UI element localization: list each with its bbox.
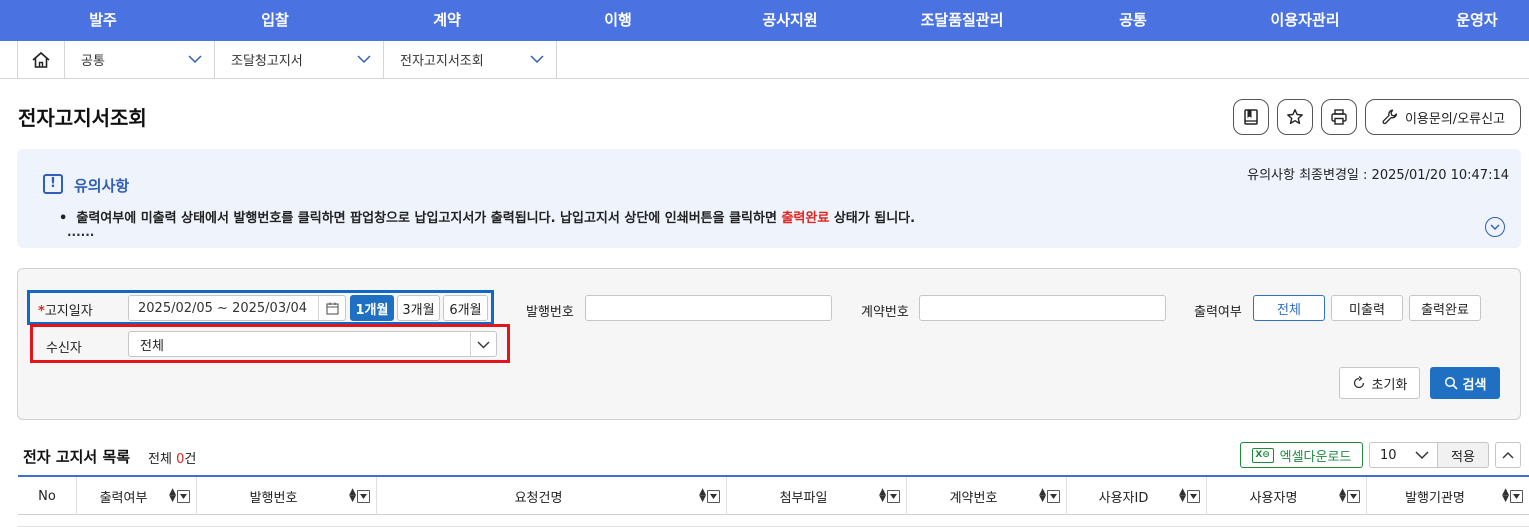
notice-updated-date: 유의사항 최종변경일 : 2025/01/20 10:47:14	[1247, 168, 1509, 183]
column-header-issue-no[interactable]: 발행번호 ▲ ▼	[197, 477, 377, 515]
sort-icon[interactable]: ▲ ▼	[169, 488, 176, 504]
filter-dropdown-icon[interactable]	[357, 489, 370, 503]
filter-dropdown-icon[interactable]	[887, 489, 900, 503]
breadcrumb-level-1[interactable]: 공통	[65, 41, 215, 78]
notice-text-highlight: 출력완료	[781, 211, 830, 226]
breadcrumb-level-3-label: 전자고지서조회	[400, 54, 484, 69]
expand-notice-button[interactable]	[1485, 217, 1505, 237]
filter-dropdown-icon[interactable]	[177, 489, 190, 503]
filter-dropdown-icon[interactable]	[1187, 489, 1200, 503]
notice-text-after: 상태가 됩니다.	[829, 211, 916, 226]
list-count: 전체 0건	[148, 452, 197, 467]
wrench-icon	[1382, 109, 1398, 125]
print-status-all-option[interactable]: 전체	[1253, 295, 1325, 321]
page-size-value: 10	[1380, 447, 1397, 463]
search-button[interactable]: 검색	[1430, 367, 1500, 399]
column-header-attachment[interactable]: 첨부파일 ▲ ▼	[727, 477, 907, 515]
breadcrumb-level-1-label: 공통	[81, 54, 105, 69]
column-header-user-name[interactable]: 사용자명 ▲ ▼	[1207, 477, 1367, 515]
column-header-no: No	[18, 477, 77, 515]
nav-item-quality[interactable]: 조달품질관리	[921, 0, 1004, 41]
chevron-down-icon	[1490, 224, 1500, 230]
chevron-down-icon	[188, 55, 202, 64]
sort-icon[interactable]: ▲ ▼	[1039, 488, 1046, 504]
search-label: 검색	[1462, 377, 1487, 393]
nav-item-order[interactable]: 발주	[89, 0, 117, 41]
nav-item-user-management[interactable]: 이용자관리	[1270, 0, 1339, 41]
issue-no-label: 발행번호	[526, 305, 574, 320]
breadcrumb: 공통 조달청고지서 전자고지서조회	[0, 41, 1529, 79]
apply-button[interactable]: 적용	[1437, 442, 1489, 468]
nav-item-common[interactable]: 공통	[1119, 0, 1147, 41]
breadcrumb-level-2-label: 조달청고지서	[231, 54, 303, 69]
sort-icon[interactable]: ▲ ▼	[699, 488, 706, 504]
exclamation-icon: !	[43, 174, 63, 194]
breadcrumb-level-3[interactable]: 전자고지서조회	[384, 41, 557, 78]
printer-icon	[1331, 109, 1347, 125]
nav-item-bid[interactable]: 입찰	[261, 0, 289, 41]
table-body	[18, 516, 1529, 527]
filter-dropdown-icon[interactable]	[707, 489, 720, 503]
filter-dropdown-icon[interactable]	[1047, 489, 1060, 503]
nav-item-operator[interactable]: 운영자	[1456, 0, 1497, 41]
chevron-down-icon	[357, 55, 371, 64]
sort-icon[interactable]: ▲ ▼	[1502, 488, 1509, 504]
notice-item: • 출력여부에 미출력 상태에서 발행번호를 클릭하면 팝업창으로 납입고지서가…	[59, 211, 916, 226]
column-header-print-status[interactable]: 출력여부 ▲ ▼	[77, 477, 197, 515]
reset-label: 초기화	[1371, 377, 1408, 393]
column-header-issuer[interactable]: 발행기관명 ▲ ▼	[1367, 477, 1529, 515]
excel-download-button[interactable]: X⊖ 엑셀다운로드	[1240, 442, 1363, 468]
contract-no-input[interactable]	[919, 295, 1166, 321]
print-status-unprinted-option[interactable]: 미출력	[1331, 295, 1403, 321]
nav-item-construction-support[interactable]: 공사지원	[762, 0, 817, 41]
star-icon	[1287, 109, 1303, 125]
print-button[interactable]	[1321, 99, 1357, 135]
chevron-down-icon	[530, 55, 544, 64]
list-title: 전자 고지서 목록	[23, 448, 131, 466]
notice-more: ......	[67, 225, 95, 239]
column-header-request-name[interactable]: 요청건명 ▲ ▼	[377, 477, 727, 515]
filter-dropdown-icon[interactable]	[1347, 489, 1360, 503]
breadcrumb-level-2[interactable]: 조달청고지서	[215, 41, 384, 78]
print-status-printed-option[interactable]: 출력완료	[1409, 295, 1481, 321]
sort-icon[interactable]: ▲ ▼	[879, 488, 886, 504]
sort-icon[interactable]: ▲ ▼	[349, 488, 356, 504]
issue-no-input[interactable]	[585, 295, 832, 321]
sort-icon[interactable]: ▲ ▼	[1179, 488, 1186, 504]
scroll-up-button[interactable]	[1495, 442, 1521, 468]
column-header-user-id[interactable]: 사용자ID ▲ ▼	[1067, 477, 1207, 515]
home-icon	[32, 51, 50, 68]
manual-button[interactable]	[1233, 99, 1269, 135]
search-icon	[1444, 376, 1458, 390]
table-header: No 출력여부 ▲ ▼ 발행번호 ▲ ▼ 요청건명 ▲ ▼ 첨부파일 ▲ ▼ 계약번호 …	[18, 475, 1529, 515]
notice-text-before: 출력여부에 미출력 상태에서 발행번호를 클릭하면 팝업창으로 납입고지서가 출…	[76, 211, 782, 226]
excel-download-label: 엑셀다운로드	[1279, 449, 1352, 465]
recipient-filter-highlight	[30, 324, 510, 363]
notice-title: 유의사항	[74, 177, 130, 195]
contract-no-label: 계약번호	[861, 305, 909, 320]
date-filter-highlight	[27, 290, 494, 325]
notice-box: ! 유의사항 유의사항 최종변경일 : 2025/01/20 10:47:14 …	[17, 149, 1521, 248]
chevron-up-icon	[1502, 451, 1514, 458]
page-title: 전자고지서조회	[18, 106, 147, 130]
chevron-down-icon	[1415, 451, 1429, 460]
reset-button[interactable]: 초기화	[1339, 367, 1420, 399]
sort-icon[interactable]: ▲ ▼	[1339, 488, 1346, 504]
filter-dropdown-icon[interactable]	[1510, 489, 1523, 503]
print-status-label: 출력여부	[1194, 305, 1242, 320]
nav-item-fulfillment[interactable]: 이행	[604, 0, 632, 41]
column-header-contract-no[interactable]: 계약번호 ▲ ▼	[907, 477, 1067, 515]
excel-icon: X⊖	[1251, 447, 1274, 463]
book-icon	[1244, 109, 1258, 125]
inquiry-report-button[interactable]: 이용문의/오류신고	[1365, 99, 1521, 135]
favorite-button[interactable]	[1277, 99, 1313, 135]
home-button[interactable]	[17, 41, 65, 78]
refresh-icon	[1353, 376, 1364, 389]
page-size-select[interactable]: 10	[1369, 442, 1438, 468]
inquiry-report-label: 이용문의/오류신고	[1404, 111, 1506, 127]
nav-item-contract[interactable]: 계약	[433, 0, 461, 41]
top-nav: 발주 입찰 계약 이행 공사지원 조달품질관리 공통 이용자관리 운영자	[0, 0, 1529, 41]
